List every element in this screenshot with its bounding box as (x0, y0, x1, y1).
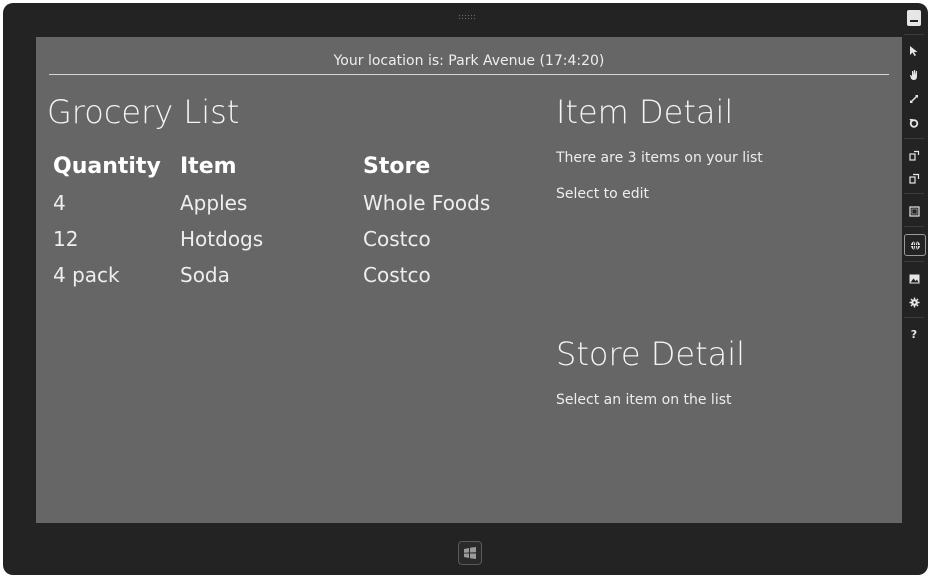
location-icon[interactable] (904, 234, 926, 256)
frame-grip[interactable] (458, 14, 476, 20)
row-quantity[interactable]: 4 (53, 191, 66, 215)
minimize-icon[interactable] (907, 10, 921, 26)
toolbar-divider (904, 317, 924, 318)
row-store[interactable]: Costco (363, 263, 431, 287)
row-store[interactable]: Costco (363, 227, 431, 251)
column-header-item: Item (180, 154, 237, 179)
pointer-icon[interactable] (904, 41, 924, 61)
simulator-toolbar: ? (900, 3, 928, 343)
windows-logo-icon[interactable] (458, 541, 482, 565)
rotate-right-icon[interactable] (904, 168, 924, 188)
app-screen: Your location is: Park Avenue (17:4:20) … (36, 37, 902, 523)
help-icon[interactable]: ? (904, 324, 924, 344)
row-quantity[interactable]: 12 (53, 227, 78, 251)
screenshot-icon[interactable] (904, 269, 924, 289)
rotate-icon[interactable] (904, 113, 924, 133)
toolbar-divider (904, 34, 924, 35)
rotate-left-icon[interactable] (904, 145, 924, 165)
simulator-frame: Your location is: Park Avenue (17:4:20) … (3, 3, 928, 575)
resize-icon[interactable] (904, 89, 924, 109)
store-detail-title: Store Detail (556, 335, 746, 373)
header-divider (49, 74, 889, 75)
store-hint-text: Select an item on the list (556, 392, 732, 408)
row-item[interactable]: Soda (180, 263, 230, 287)
toolbar-divider (904, 193, 924, 194)
settings-icon[interactable] (904, 292, 924, 312)
row-store[interactable]: Whole Foods (363, 191, 490, 215)
item-detail-title: Item Detail (556, 93, 734, 131)
select-to-edit-text: Select to edit (556, 186, 650, 202)
column-header-quantity: Quantity (53, 154, 161, 179)
column-header-store: Store (363, 154, 431, 179)
toolbar-divider (904, 138, 924, 139)
item-count-text: There are 3 items on your list (556, 150, 763, 166)
toolbar-divider (904, 226, 924, 227)
screen-resolution-icon[interactable] (904, 201, 924, 221)
toolbar-divider (904, 261, 924, 262)
row-quantity[interactable]: 4 pack (53, 263, 120, 287)
hand-icon[interactable] (904, 65, 924, 85)
row-item[interactable]: Apples (180, 191, 247, 215)
grocery-list-title: Grocery List (47, 93, 240, 131)
row-item[interactable]: Hotdogs (180, 227, 263, 251)
location-status: Your location is: Park Avenue (17:4:20) (333, 53, 605, 69)
